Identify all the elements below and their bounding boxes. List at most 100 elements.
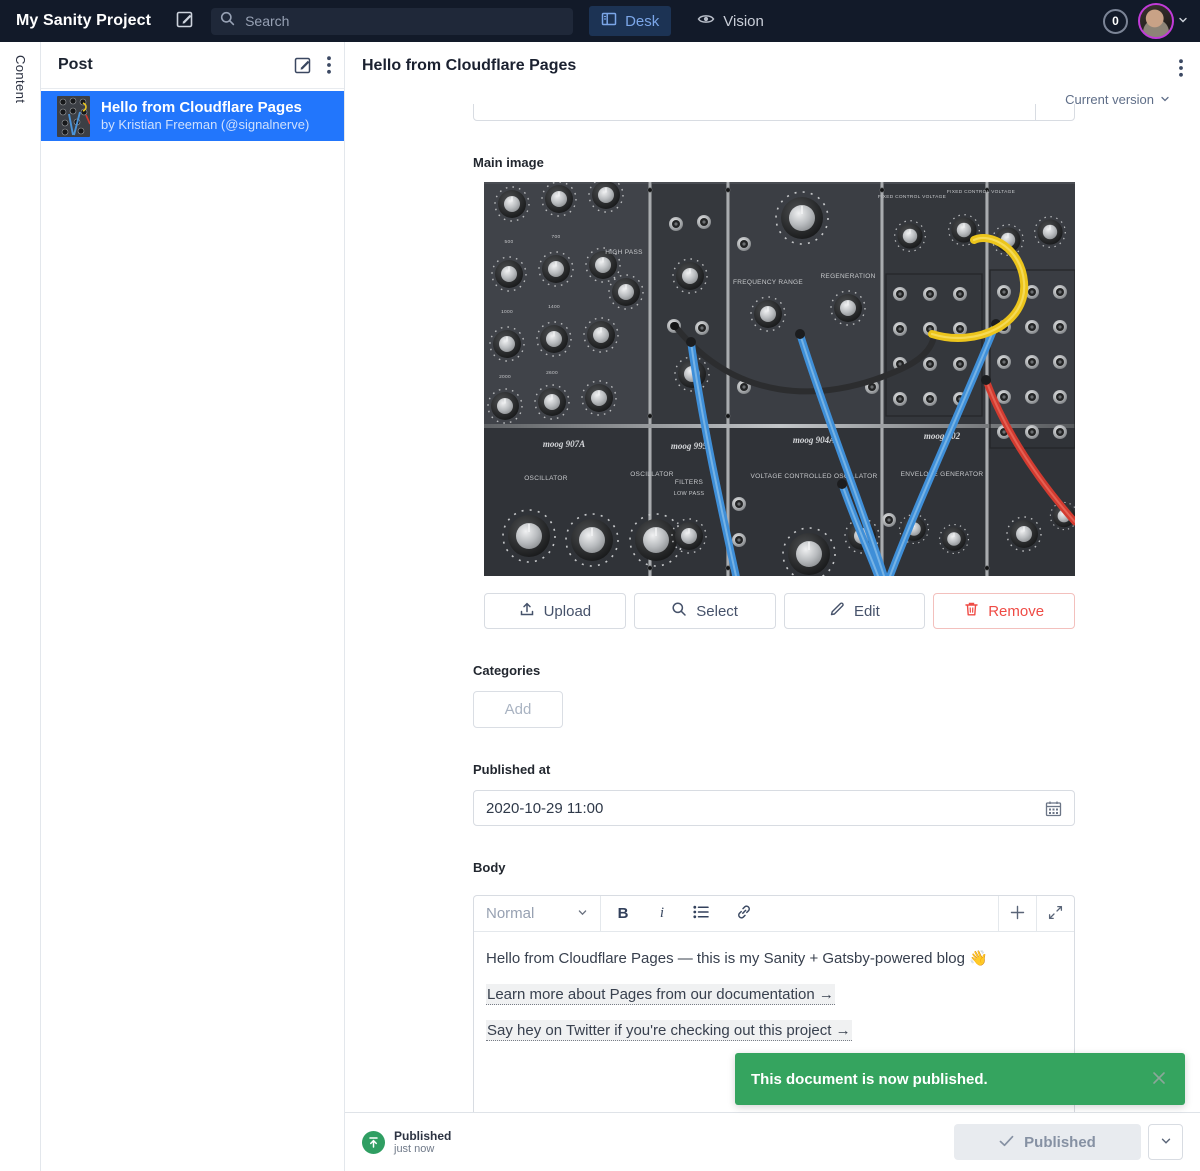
footer-actions: Published [954,1124,1183,1160]
block-style-select[interactable]: Normal [474,896,601,931]
link-button[interactable] [723,896,765,931]
document-header: Hello from Cloudflare Pages Current vers… [345,42,1200,104]
published-at-value: 2020-10-29 11:00 [486,800,603,817]
italic-button[interactable]: i [645,896,679,931]
bold-button[interactable]: B [601,896,645,931]
new-document-button[interactable] [293,55,313,75]
toast-message: This document is now published. [751,1071,988,1088]
upload-button[interactable]: Upload [484,593,626,629]
user-menu-chevron-icon[interactable] [1178,12,1188,30]
version-label: Current version [1065,92,1154,107]
published-at-label: Published at [473,762,1075,777]
trash-icon [964,601,979,621]
publish-menu-button[interactable] [1148,1124,1183,1160]
list-pane-header: Post [41,42,344,89]
svg-text:moog 904A: moog 904A [793,435,835,445]
edit-button[interactable]: Edit [784,593,926,629]
tab-vision-label: Vision [723,13,764,30]
image-action-buttons: Upload Select Edit [484,593,1075,629]
close-icon [1151,1070,1167,1089]
document-list-pane: Post Hello from Cloudflare [41,42,345,1171]
body-link-twitter[interactable]: Say hey on Twitter if you're checking ou… [486,1020,852,1041]
synth-photo-illustration: 500 700 1000 1400 2000 2600 HIGH PASS [484,182,1075,576]
select-button[interactable]: Select [634,593,776,629]
pencil-icon [829,601,845,621]
plus-icon [1010,905,1025,923]
status-count-badge[interactable]: 0 [1103,9,1128,34]
slug-input[interactable] [474,104,1035,120]
compose-icon [175,9,195,34]
navbar-right: 0 [1103,3,1188,39]
document-menu-button[interactable] [1179,59,1183,77]
body-paragraph: Say hey on Twitter if you're checking ou… [486,1020,1062,1041]
document-pane: Hello from Cloudflare Pages Current vers… [345,42,1200,1171]
body-link-documentation[interactable]: Learn more about Pages from our document… [486,984,835,1005]
svg-text:1400: 1400 [548,304,560,310]
chevron-down-icon [1160,1135,1172,1150]
main-image-label: Main image [473,155,1075,170]
published-status-text: Published just now [394,1129,451,1156]
version-selector[interactable]: Current version [1065,92,1170,107]
svg-text:500: 500 [505,239,514,245]
clipped-field-window [473,104,1075,121]
svg-text:moog 902: moog 902 [924,431,961,441]
user-avatar[interactable] [1138,3,1174,39]
list-item-hello-from-cloudflare-pages[interactable]: Hello from Cloudflare Pages by Kristian … [41,91,344,141]
body-label: Body [473,860,1075,875]
svg-text:moog 995: moog 995 [671,441,708,451]
svg-text:HIGH PASS: HIGH PASS [605,249,643,256]
expand-icon [1048,905,1063,923]
list-item-text: Hello from Cloudflare Pages by Kristian … [101,99,309,133]
svg-text:2000: 2000 [499,374,511,380]
link-icon [736,904,752,923]
svg-text:moog 907A: moog 907A [543,439,585,449]
desk-icon [601,11,617,31]
svg-text:FIXED CONTROL VOLTAGE: FIXED CONTROL VOLTAGE [947,189,1015,195]
svg-text:OSCILLATOR: OSCILLATOR [630,471,674,478]
published-status-title: Published [394,1129,451,1143]
svg-text:FILTERS: FILTERS [675,479,704,486]
svg-text:ENVELOPE GENERATOR: ENVELOPE GENERATOR [901,471,984,478]
bullet-list-button[interactable] [679,896,723,931]
publish-success-toast: This document is now published. [735,1053,1185,1105]
body-editor-toolbar: Normal B i [474,896,1074,932]
insert-block-button[interactable] [998,896,1036,931]
toolbar-right-group [998,896,1074,931]
svg-text:OSCILLATOR: OSCILLATOR [524,475,568,482]
remove-button[interactable]: Remove [933,593,1075,629]
body-paragraph[interactable]: Hello from Cloudflare Pages — this is my… [486,948,1062,969]
body-paragraph: Learn more about Pages from our document… [486,984,1062,1005]
document-title: Hello from Cloudflare Pages [362,57,576,75]
svg-text:REGENERATION: REGENERATION [820,273,875,280]
top-navbar: My Sanity Project Desk Vision 0 [0,0,1200,42]
svg-text:1000: 1000 [501,309,513,315]
categories-label: Categories [473,663,1075,678]
published-at-input[interactable]: 2020-10-29 11:00 [473,790,1075,826]
svg-text:FIXED CONTROL VOLTAGE: FIXED CONTROL VOLTAGE [878,194,946,200]
slug-field[interactable] [473,104,1075,121]
tab-vision[interactable]: Vision [685,6,776,36]
content-strip[interactable]: Content [0,42,41,1171]
tab-desk[interactable]: Desk [589,6,671,36]
search-icon [220,11,235,31]
list-pane-menu-button[interactable] [327,56,331,74]
document-footer: Published just now Published [345,1112,1200,1171]
calendar-icon[interactable] [1045,800,1062,817]
add-category-button[interactable]: Add [473,691,563,728]
svg-text:FREQUENCY RANGE: FREQUENCY RANGE [733,279,803,286]
select-search-icon [671,601,687,621]
compose-button[interactable] [173,9,197,33]
content-strip-label: Content [13,55,28,103]
list-item-title: Hello from Cloudflare Pages [101,99,309,117]
search-input[interactable] [243,12,543,30]
body-editor-content[interactable]: Hello from Cloudflare Pages — this is my… [474,932,1074,1072]
svg-text:VOLTAGE CONTROLLED OSCILLATOR: VOLTAGE CONTROLLED OSCILLATOR [750,473,877,480]
chevron-down-icon [1160,92,1170,107]
document-form-scroll[interactable]: Main image [345,104,1200,1112]
toast-close-button[interactable] [1149,1068,1169,1091]
list-item-thumbnail [57,96,90,137]
fullscreen-button[interactable] [1036,896,1074,931]
main-image-preview[interactable]: 500 700 1000 1400 2000 2600 HIGH PASS [484,182,1075,576]
publish-button[interactable]: Published [954,1124,1141,1160]
search-box[interactable] [211,8,573,35]
